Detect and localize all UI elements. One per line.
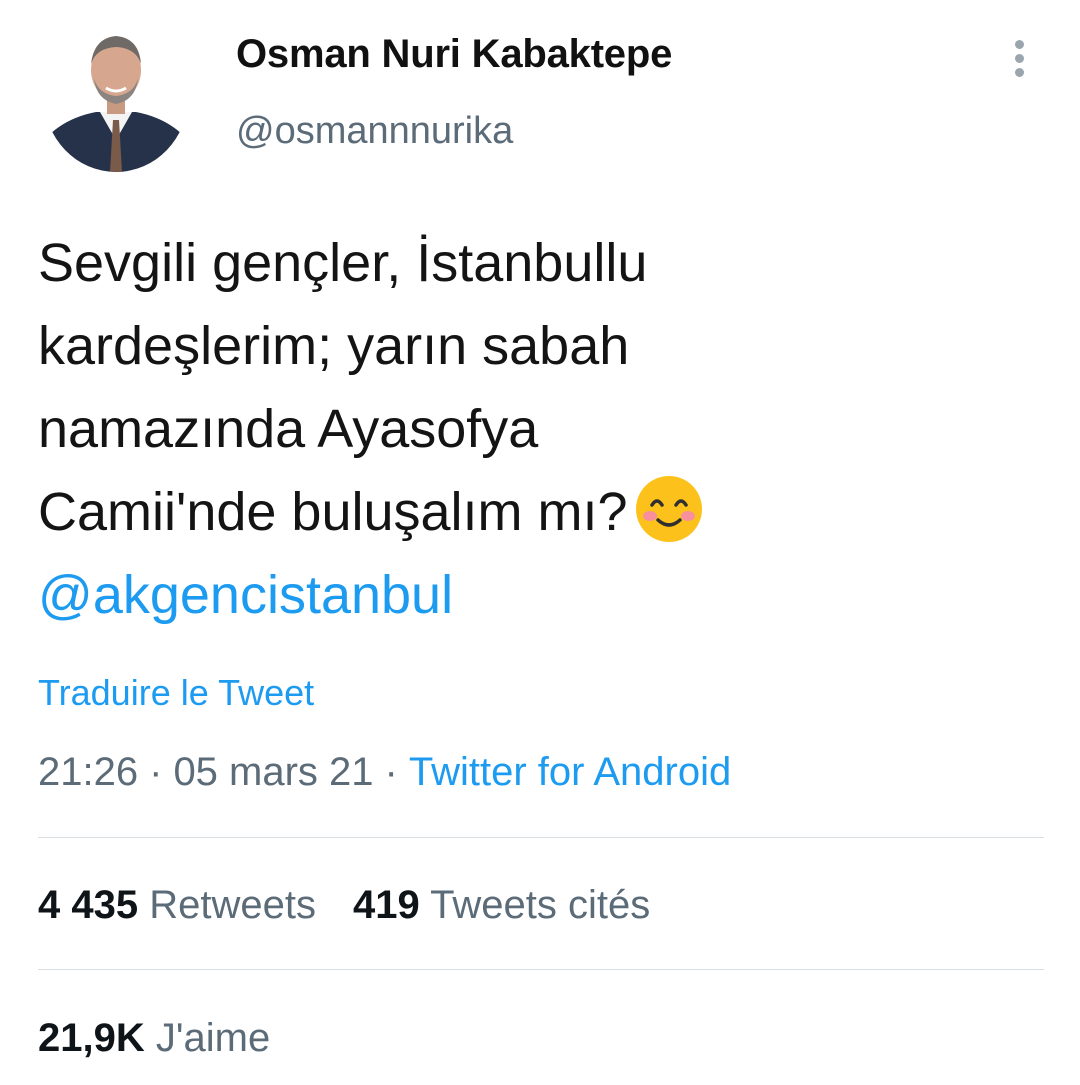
tweet-text-line: kardeşlerim; yarın sabah — [38, 316, 630, 376]
avatar[interactable] — [44, 22, 188, 172]
tweet-date[interactable]: 05 mars 21 — [173, 750, 373, 794]
tweet-text-fragment: Camii'nde buluşalım mı? — [38, 482, 628, 542]
likes-stat[interactable]: 21,9K J'aime — [38, 1016, 270, 1060]
divider — [38, 837, 1044, 838]
mention-link[interactable]: @akgencistanbul — [38, 565, 453, 625]
profile-photo — [44, 22, 188, 172]
likes-count: 21,9K — [38, 1016, 145, 1060]
tweet-text-line: Sevgili gençler, İstanbullu — [38, 233, 648, 293]
quotes-label: Tweets cités — [430, 883, 651, 927]
quotes-count: 419 — [352, 883, 420, 927]
quotes-stat[interactable]: 419 Tweets cités — [353, 883, 650, 927]
tweet-time[interactable]: 21:26 — [38, 750, 138, 794]
retweets-label: Retweets — [149, 883, 316, 927]
likes-label: J'aime — [155, 1016, 271, 1060]
retweets-count: 4 435 — [38, 883, 139, 927]
translate-tweet-link[interactable]: Traduire le Tweet — [38, 672, 314, 714]
tweet-text-line-with-emoji: Camii'nde buluşalım mı? — [38, 471, 1048, 554]
menu-dot — [1015, 68, 1024, 77]
meta-separator: · — [149, 750, 163, 794]
author-handle[interactable]: @osmannnurika — [236, 110, 513, 153]
tweet-source-link[interactable]: Twitter for Android — [409, 750, 731, 794]
menu-dot — [1015, 40, 1024, 49]
retweets-stat[interactable]: 4 435 Retweets — [38, 883, 316, 927]
more-vertical-icon[interactable] — [1000, 36, 1040, 80]
meta-separator: · — [384, 750, 398, 794]
smiling-face-emoji-icon — [634, 474, 704, 544]
tweet-meta: 21:26 · 05 mars 21 · Twitter for Android — [38, 750, 731, 795]
likes-stats-row: 21,9K J'aime — [38, 1016, 270, 1061]
share-stats-row: 4 435 Retweets 419 Tweets cités — [38, 883, 650, 928]
menu-dot — [1015, 54, 1024, 63]
tweet-text: Sevgili gençler, İstanbullu kardeşlerim;… — [38, 222, 1048, 637]
author-display-name[interactable]: Osman Nuri Kabaktepe — [236, 32, 672, 77]
tweet-mention-line: @akgencistanbul — [38, 554, 1048, 637]
divider — [38, 969, 1044, 970]
tweet-text-line: namazında Ayasofya — [38, 399, 539, 459]
